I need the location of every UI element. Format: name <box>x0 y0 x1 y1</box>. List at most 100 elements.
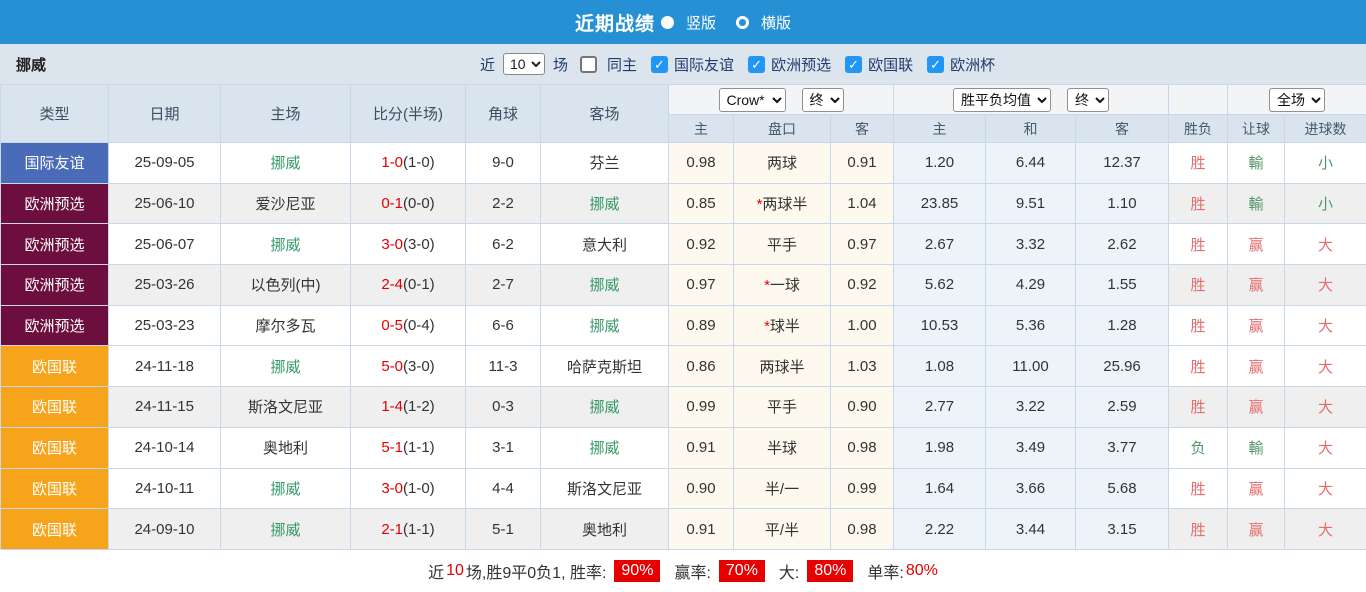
col-header-type: 类型 <box>1 85 109 143</box>
home-team: 摩尔多瓦 <box>221 305 351 346</box>
header-row-top: 类型 日期 主场 比分(半场) 角球 客场 Crow* 终 胜平负均值 终 <box>1 85 1366 115</box>
avg-win-odds: 10.53 <box>894 305 986 346</box>
table-row: 国际友谊 25-09-05 挪威 1-0(1-0) 9-0 芬兰 0.98 两球… <box>1 143 1366 184</box>
result-winlose: 胜 <box>1169 183 1228 224</box>
table-row: 欧国联 24-11-15 斯洛文尼亚 1-4(1-2) 0-3 挪威 0.99 … <box>1 387 1366 428</box>
radio-vertical-label[interactable]: 竖版 <box>686 12 716 33</box>
summary-recent-label: 近 <box>428 559 444 583</box>
radio-vertical-selected-icon[interactable] <box>661 16 674 29</box>
avg-win-odds: 2.77 <box>894 387 986 428</box>
handicap-dropdown-group: Crow* 终 <box>669 85 894 115</box>
away-team: 挪威 <box>541 387 669 428</box>
sub-header-avg-draw: 和 <box>986 115 1076 143</box>
avg-lose-odds: 25.96 <box>1076 346 1169 387</box>
handicap-home-odds: 0.86 <box>669 346 734 387</box>
result-handicap: 輸 <box>1228 143 1285 184</box>
handicap-home-odds: 0.85 <box>669 183 734 224</box>
competition-euro-qualifier-checkbox[interactable] <box>748 56 765 73</box>
home-team: 爱沙尼亚 <box>221 183 351 224</box>
handicap-away-odds: 0.92 <box>831 265 894 306</box>
away-team: 奥地利 <box>541 509 669 550</box>
result-handicap: 赢 <box>1228 224 1285 265</box>
result-goals: 大 <box>1285 509 1366 550</box>
recent-count-select[interactable]: 10 <box>503 53 545 75</box>
score: 5-1(1-1) <box>351 427 466 468</box>
fullmatch-select[interactable]: 全场 <box>1269 88 1325 112</box>
handicap-home-odds: 0.91 <box>669 427 734 468</box>
result-goals: 大 <box>1285 265 1366 306</box>
away-team: 斯洛文尼亚 <box>541 468 669 509</box>
bookmaker-select[interactable]: Crow* <box>719 88 786 112</box>
avg-win-odds: 2.22 <box>894 509 986 550</box>
col-header-corners: 角球 <box>466 85 541 143</box>
table-row: 欧洲预选 25-03-26 以色列(中) 2-4(0-1) 2-7 挪威 0.9… <box>1 265 1366 306</box>
home-team: 挪威 <box>221 468 351 509</box>
team-name: 挪威 <box>16 54 46 75</box>
handicap-away-odds: 0.90 <box>831 387 894 428</box>
away-team: 芬兰 <box>541 143 669 184</box>
corners: 3-1 <box>466 427 541 468</box>
result-winlose: 胜 <box>1169 468 1228 509</box>
summary-count: 10 <box>446 562 464 580</box>
match-date: 24-10-11 <box>109 468 221 509</box>
score: 2-1(1-1) <box>351 509 466 550</box>
avg-win-odds: 1.20 <box>894 143 986 184</box>
sub-header-goals: 进球数 <box>1285 115 1366 143</box>
filter-bar: 挪威 近 10 场 同主 国际友谊 欧洲预选 欧国联 欧洲杯 <box>0 44 1366 84</box>
avg-time-select[interactable]: 终 <box>1067 88 1109 112</box>
win-rate-badge: 90% <box>614 560 660 582</box>
cover-rate-label: 赢率: <box>674 559 710 583</box>
table-row: 欧国联 24-09-10 挪威 2-1(1-1) 5-1 奥地利 0.91 平/… <box>1 509 1366 550</box>
competition-friendly-label: 国际友谊 <box>674 54 734 75</box>
titlebar: 近期战绩 竖版 横版 <box>0 0 1366 44</box>
competition-friendly-checkbox[interactable] <box>651 56 668 73</box>
match-date: 25-06-10 <box>109 183 221 224</box>
empty-header-cell <box>1169 85 1228 115</box>
radio-horizontal-icon[interactable] <box>736 16 749 29</box>
competition-nations-league-label: 欧国联 <box>868 54 913 75</box>
match-type: 欧洲预选 <box>1 224 109 265</box>
radio-horizontal-label[interactable]: 横版 <box>761 12 791 33</box>
avg-lose-odds: 2.59 <box>1076 387 1169 428</box>
handicap-away-odds: 1.03 <box>831 346 894 387</box>
sub-header-avg-win: 主 <box>894 115 986 143</box>
single-rate-label: 单率: <box>867 559 903 583</box>
match-type: 欧国联 <box>1 427 109 468</box>
match-type: 欧国联 <box>1 346 109 387</box>
avg-win-odds: 2.67 <box>894 224 986 265</box>
handicap-home-odds: 0.97 <box>669 265 734 306</box>
avg-lose-odds: 3.15 <box>1076 509 1169 550</box>
over-rate-label: 大: <box>779 559 799 583</box>
result-winlose: 胜 <box>1169 509 1228 550</box>
avg-odds-select[interactable]: 胜平负均值 <box>953 88 1051 112</box>
handicap-time-select[interactable]: 终 <box>802 88 844 112</box>
sub-header-avg-lose: 客 <box>1076 115 1169 143</box>
avg-win-odds: 1.64 <box>894 468 986 509</box>
avg-lose-odds: 12.37 <box>1076 143 1169 184</box>
avg-draw-odds: 11.00 <box>986 346 1076 387</box>
competition-euro-qualifier-label: 欧洲预选 <box>771 54 831 75</box>
sub-header-handicap-line: 盘口 <box>734 115 831 143</box>
same-home-checkbox[interactable] <box>580 56 597 73</box>
table-row: 欧洲预选 25-06-07 挪威 3-0(3-0) 6-2 意大利 0.92 平… <box>1 224 1366 265</box>
sub-header-handicap-result: 让球 <box>1228 115 1285 143</box>
avg-odds-dropdown-group: 胜平负均值 终 <box>894 85 1169 115</box>
handicap-away-odds: 1.00 <box>831 305 894 346</box>
score: 3-0(1-0) <box>351 468 466 509</box>
match-date: 25-03-26 <box>109 265 221 306</box>
summary-bar: 近10场,胜9平0负1, 胜率: 90% 赢率: 70% 大: 80% 单率: … <box>0 550 1366 592</box>
result-handicap: 赢 <box>1228 468 1285 509</box>
avg-win-odds: 1.98 <box>894 427 986 468</box>
away-team: 挪威 <box>541 265 669 306</box>
competition-euro-cup-checkbox[interactable] <box>927 56 944 73</box>
result-winlose: 胜 <box>1169 346 1228 387</box>
competition-nations-league-checkbox[interactable] <box>845 56 862 73</box>
same-home-label: 同主 <box>607 54 637 75</box>
away-team: 哈萨克斯坦 <box>541 346 669 387</box>
home-team: 斯洛文尼亚 <box>221 387 351 428</box>
result-handicap: 赢 <box>1228 265 1285 306</box>
corners: 6-2 <box>466 224 541 265</box>
handicap-line: 平手 <box>734 387 831 428</box>
col-header-away: 客场 <box>541 85 669 143</box>
match-date: 25-03-23 <box>109 305 221 346</box>
